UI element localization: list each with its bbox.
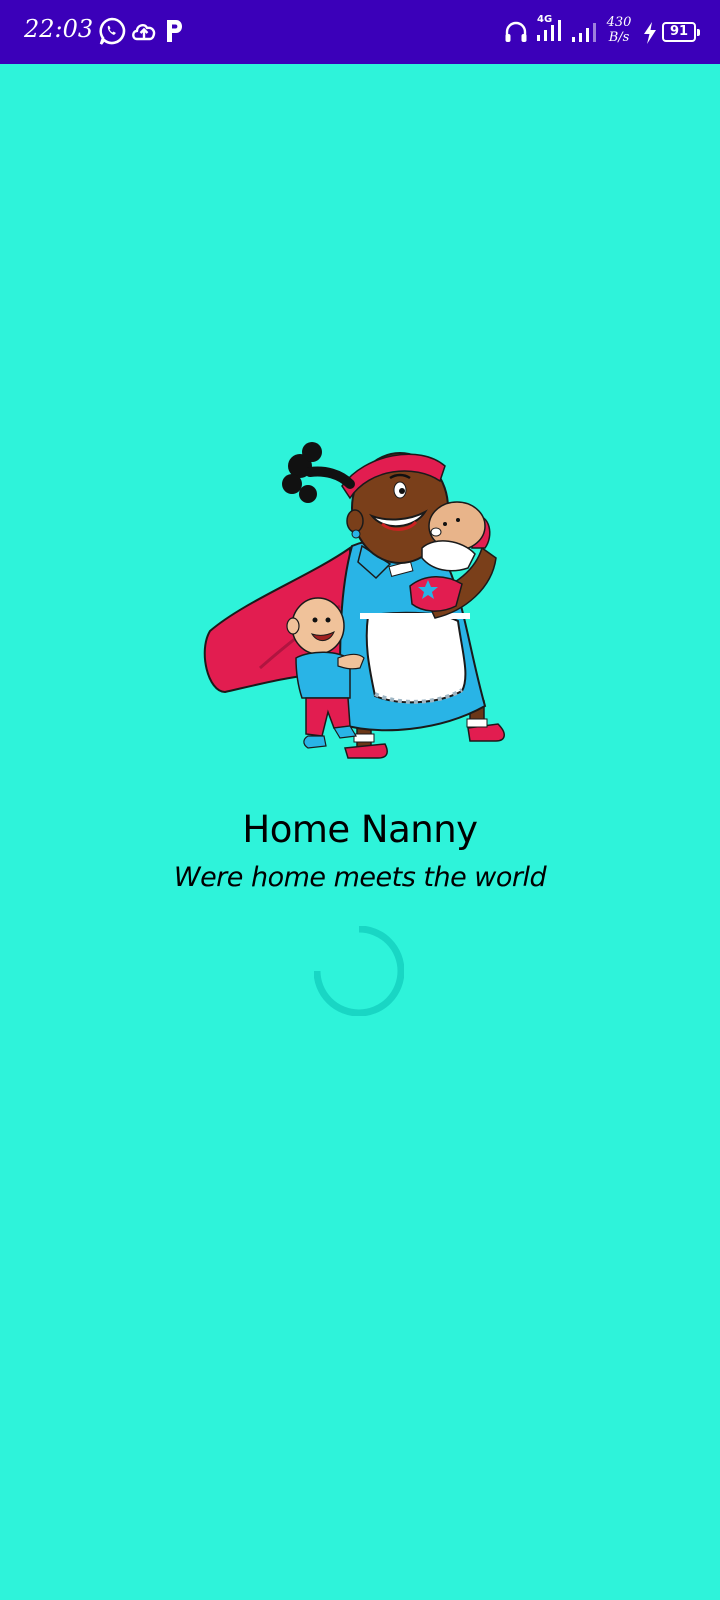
app-tagline: Were home meets the world xyxy=(173,862,547,893)
network-speed: 430 B/s xyxy=(601,15,637,45)
whatsapp-icon xyxy=(99,17,126,45)
network-speed-unit: B/s xyxy=(608,30,630,45)
status-bar: 22:03 4G 430 B/s 91 xyxy=(0,0,720,64)
network-speed-value: 430 xyxy=(606,15,632,30)
signal-icon xyxy=(572,23,596,42)
charging-icon xyxy=(644,22,656,44)
nanny-illustration xyxy=(203,442,505,759)
network-type-label: 4G xyxy=(537,14,553,25)
loading-spinner-icon xyxy=(314,926,404,1016)
parking-app-icon xyxy=(167,20,182,42)
headset-icon xyxy=(505,21,527,42)
battery-icon: 91 xyxy=(662,22,700,42)
app-title: Home Nanny xyxy=(242,808,478,851)
cloud-upload-icon xyxy=(132,23,156,41)
battery-level: 91 xyxy=(669,24,689,39)
status-time: 22:03 xyxy=(24,15,94,43)
